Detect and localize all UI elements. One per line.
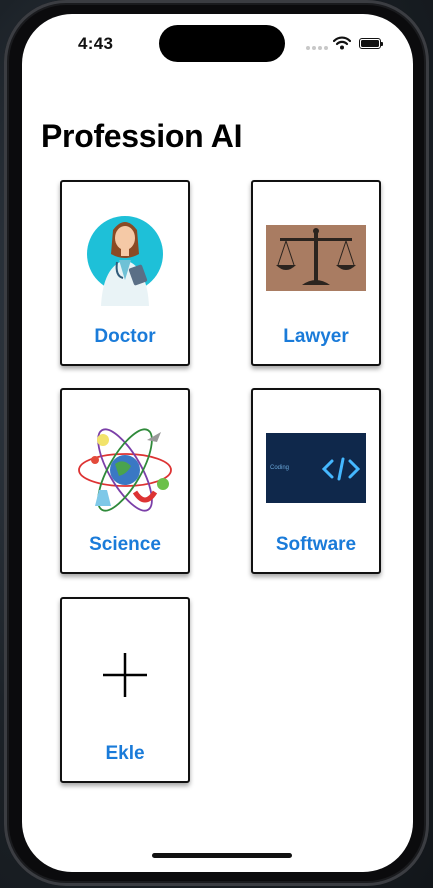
- card-label: Lawyer: [283, 326, 349, 347]
- home-indicator[interactable]: [152, 853, 292, 858]
- profession-card-lawyer[interactable]: Lawyer: [251, 180, 381, 366]
- coding-text: Coding: [270, 465, 289, 471]
- battery-icon: [359, 38, 383, 49]
- wifi-icon: [333, 36, 351, 50]
- scales-of-justice-icon: [266, 225, 366, 291]
- status-time: 4:43: [78, 34, 114, 53]
- card-label: Doctor: [94, 326, 156, 347]
- profession-card-doctor[interactable]: Doctor: [60, 180, 190, 366]
- app-screen: 4:43 Profession AI Doctor Lawyer Science…: [22, 14, 413, 872]
- doctor-illustration-icon: [87, 216, 163, 306]
- plus-icon: [103, 653, 147, 697]
- cellular-signal-icon: [306, 46, 328, 52]
- profession-card-software[interactable]: Coding Software: [251, 388, 381, 574]
- phone-frame: 4:43 Profession AI Doctor Lawyer Science…: [4, 0, 429, 886]
- profession-card-science[interactable]: Science: [60, 388, 190, 574]
- atom-science-icon: [78, 428, 172, 512]
- card-label: Ekle: [105, 743, 145, 764]
- card-label: Science: [89, 534, 161, 555]
- page-title: Profession AI: [41, 118, 243, 154]
- code-brackets-icon: Coding: [266, 433, 366, 503]
- dynamic-island: [159, 25, 285, 62]
- card-label: Software: [275, 534, 357, 555]
- add-profession-card[interactable]: Ekle: [60, 597, 190, 783]
